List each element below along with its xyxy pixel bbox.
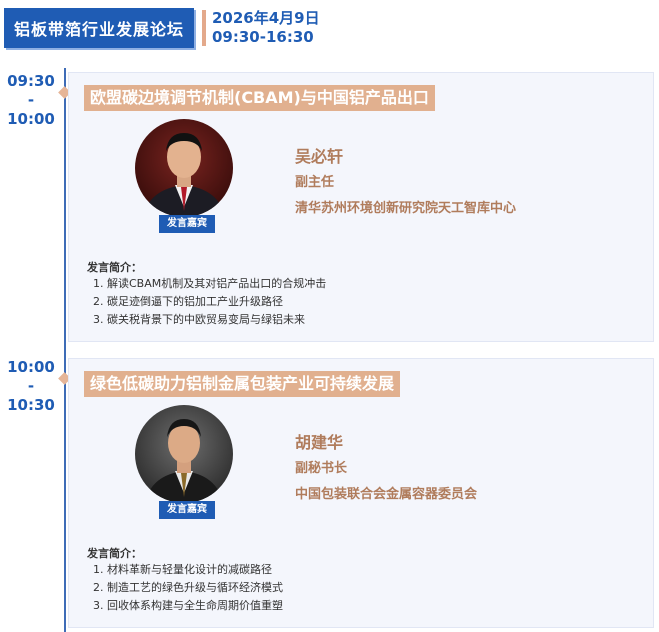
list-item: 2. 制造工艺的绿色升级与循环经济模式 [93,581,283,594]
list-item: 3. 碳关税背景下的中欧贸易变局与绿铝未来 [93,313,305,326]
event-date: 2026年4月9日 [212,9,320,27]
speaker-1-name: 吴必轩 [295,147,344,166]
session-2-title: 绿色低碳助力铝制金属包装产业可持续发展 [84,371,401,397]
speaker-1-org: 清华苏州环境创新研究院天工智库中心 [295,201,517,216]
session-1-time: 09:30 - 10:00 [0,72,62,129]
session-1-card: 欧盟碳边境调节机制(CBAM)与中国铝产品出口 发言嘉宾 吴必轩 副主任 清华苏… [68,72,654,342]
session-1-title: 欧盟碳边境调节机制(CBAM)与中国铝产品出口 [84,85,435,111]
timeline-line [64,68,66,632]
session-2-time: 10:00 - 10:30 [0,358,62,415]
header-date-block: 2026年4月9日 09:30-16:30 [212,9,320,47]
session-2-card: 绿色低碳助力铝制金属包装产业可持续发展 发言嘉宾 胡建华 副秘书长 中国包装联合… [68,358,654,628]
speaker-2-role: 副秘书长 [295,461,348,476]
session-2-time-dash: - [27,377,35,395]
list-item: 1. 解读CBAM机制及其对铝产品出口的合规冲击 [93,277,327,290]
session-1-intro-list: 1. 解读CBAM机制及其对铝产品出口的合规冲击 2. 碳足迹倒逼下的铝加工产业… [93,275,326,329]
list-item: 2. 碳足迹倒逼下的铝加工产业升级路径 [93,295,283,308]
forum-title-tag: 铝板带箔行业发展论坛 [4,8,194,48]
speaker-1-portrait-icon [135,119,233,217]
speaker-1-role: 副主任 [295,175,335,190]
session-2-end-time: 10:30 [7,396,55,414]
event-time-range: 09:30-16:30 [212,28,314,46]
speaker-1-avatar [135,119,233,217]
speaker-2-avatar [135,405,233,503]
list-item: 3. 回收体系构建与全生命周期价值重塑 [93,599,283,612]
list-item: 1. 材料革新与轻量化设计的减碳路径 [93,563,272,576]
speaker-2-org: 中国包装联合会金属容器委员会 [295,487,478,502]
speaker-1-badge: 发言嘉宾 [159,215,215,233]
session-1-time-dash: - [27,91,35,109]
session-2-intro-label: 发言简介： [87,547,142,560]
session-1-end-time: 10:00 [7,110,55,128]
session-2-intro-list: 1. 材料革新与轻量化设计的减碳路径 2. 制造工艺的绿色升级与循环经济模式 3… [93,561,283,615]
speaker-2-badge: 发言嘉宾 [159,501,215,519]
header-divider [202,10,206,46]
speaker-2-portrait-icon [135,405,233,503]
session-1-start-time: 09:30 [7,72,55,90]
session-2-start-time: 10:00 [7,358,55,376]
session-1-intro-label: 发言简介： [87,261,142,274]
speaker-2-name: 胡建华 [295,433,344,452]
